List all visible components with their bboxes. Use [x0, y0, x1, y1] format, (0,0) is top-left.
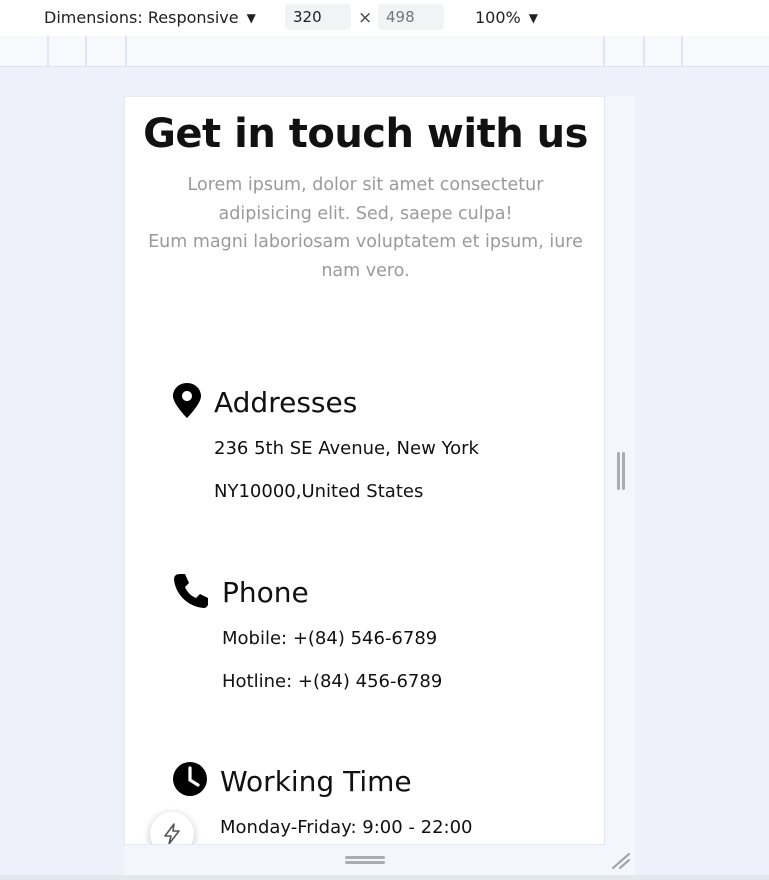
dimensions-label: Dimensions: Responsive [44, 8, 239, 27]
clock-icon [173, 762, 207, 796]
dimensions-dropdown[interactable]: Dimensions: Responsive ▼ [44, 8, 256, 27]
height-resize-handle[interactable] [345, 855, 387, 865]
intro-line: Lorem ipsum, dolor sit amet consectetur [187, 175, 544, 195]
media-query-marker[interactable] [643, 36, 645, 66]
width-input[interactable] [285, 4, 351, 30]
section-title: Working Time [220, 765, 412, 798]
section-title: Phone [222, 576, 309, 609]
phone-line: Mobile: +(84) 546-6789 [222, 628, 438, 649]
intro-text: Lorem ipsum, dolor sit amet consectetur … [125, 171, 604, 285]
lightning-icon [164, 823, 180, 844]
height-input[interactable] [378, 4, 444, 30]
section-title: Addresses [214, 386, 358, 419]
width-resize-handle[interactable] [615, 450, 627, 492]
media-query-bar [0, 36, 769, 67]
address-line: 236 5th SE Avenue, New York [214, 438, 479, 459]
bottom-strip [0, 875, 769, 880]
times-separator: × [358, 8, 373, 28]
chevron-down-icon: ▼ [246, 10, 256, 25]
hours-line: Monday-Friday: 9:00 - 22:00 [220, 817, 473, 838]
lightning-button[interactable] [150, 812, 194, 844]
resize-grip-icon[interactable] [610, 850, 632, 870]
device-toolbar: Dimensions: Responsive ▼ × 100% ▼ [0, 0, 769, 36]
intro-line: Eum magni laboriosam voluptatem et ipsum… [148, 232, 583, 252]
media-query-marker[interactable] [603, 36, 605, 66]
map-pin-icon [173, 383, 201, 418]
media-query-marker[interactable] [47, 36, 49, 66]
device-viewport: Get in touch with us Lorem ipsum, dolor … [124, 96, 605, 845]
phone-line: Hotline: +(84) 456-6789 [222, 671, 443, 692]
zoom-dropdown[interactable]: 100% ▼ [475, 8, 538, 27]
phone-icon [174, 574, 208, 608]
intro-line: nam vero. [321, 260, 410, 281]
zoom-label: 100% [475, 8, 521, 27]
media-query-marker[interactable] [681, 36, 683, 66]
chevron-down-icon: ▼ [528, 10, 538, 25]
address-line: NY10000,United States [214, 481, 424, 502]
page-title: Get in touch with us [143, 111, 588, 157]
media-query-marker[interactable] [85, 36, 87, 66]
media-query-marker[interactable] [125, 36, 127, 66]
intro-line: adipisicing elit. Sed, saepe culpa! [218, 203, 513, 224]
